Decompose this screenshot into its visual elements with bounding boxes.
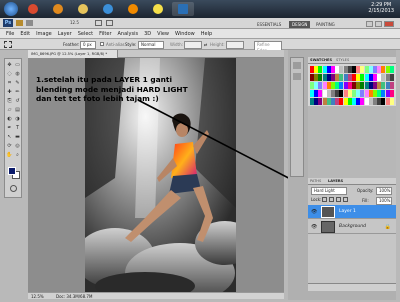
tab-layers[interactable]: LAYERS [328,179,343,183]
empty-panel-area [308,106,396,178]
layer-name[interactable]: Layer 1 [339,209,356,214]
opacity-label: Opacity: [357,188,374,193]
layer-visibility-eye-icon[interactable]: 👁 [311,224,317,230]
status-zoom[interactable]: 12.5% [31,294,44,299]
document-status-bar: 12.5% Doc: 34.3M/68.7M [28,292,284,299]
layer-row-layer-1[interactable]: 👁 Layer 1 [308,205,396,219]
color-swatch[interactable] [389,90,394,97]
lock-label: Lock: [311,197,322,202]
foreground-color-swatch[interactable] [8,167,16,175]
color-swatch[interactable] [389,82,394,89]
opacity-input[interactable]: 100% [376,187,392,195]
layer-thumbnail [321,220,335,233]
layer-name[interactable]: Background [339,224,366,229]
layer-row-background[interactable]: 👁 Background 🔒 [308,220,396,234]
fill-input[interactable]: 100% [376,197,392,205]
layer-lock-icon: 🔒 [384,223,391,230]
fill-label: Fill: [362,198,369,203]
lock-transparency-icon[interactable] [322,197,327,202]
actions-panel-icon[interactable] [293,73,301,80]
swatches-panel-header: SWATCHES STYLES [308,57,396,64]
tab-styles[interactable]: STYLES [336,58,349,62]
color-swatch[interactable] [389,66,394,73]
lock-all-icon[interactable] [343,197,348,202]
color-swatch[interactable] [389,98,394,105]
layer-visibility-eye-icon[interactable]: 👁 [311,209,317,215]
history-panel-icon[interactable] [293,62,301,69]
lock-pixels-icon[interactable] [329,197,334,202]
layers-panel-header: PATHS LAYERS [308,178,396,185]
status-doc-size[interactable]: Doc: 34.3M/68.7M [56,294,92,299]
layers-panel-footer [308,283,396,291]
tab-swatches[interactable]: SWATCHES [310,58,332,62]
color-swatch[interactable] [389,74,394,81]
blend-mode-select[interactable]: Hard Light [311,187,347,195]
lock-position-icon[interactable] [336,197,341,202]
tab-paths[interactable]: PATHS [310,179,321,183]
swatches-grid [308,64,396,106]
layer-thumbnail [321,205,335,218]
